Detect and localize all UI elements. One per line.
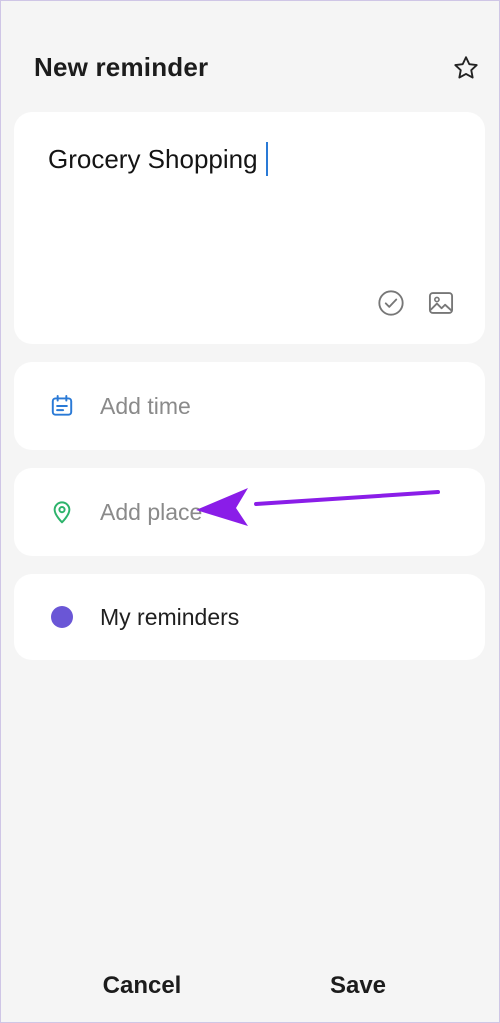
- reminder-title-card: Grocery Shopping: [14, 112, 485, 344]
- reminder-title-text: Grocery Shopping: [48, 143, 258, 174]
- page-title: New reminder: [34, 52, 209, 82]
- add-place-label: Add place: [100, 498, 203, 525]
- calendar-icon: [46, 390, 78, 422]
- cancel-button[interactable]: Cancel: [102, 966, 182, 1006]
- save-button[interactable]: Save: [328, 966, 388, 1006]
- add-time-label: Add time: [100, 392, 191, 419]
- category-row[interactable]: My reminders: [14, 574, 485, 660]
- favorite-button[interactable]: [450, 52, 482, 84]
- add-place-row[interactable]: Add place: [14, 468, 485, 556]
- add-time-row[interactable]: Add time: [14, 362, 485, 450]
- check-circle-icon: [378, 290, 404, 316]
- header: New reminder: [34, 50, 484, 90]
- star-outline-icon: [454, 56, 478, 79]
- location-pin-icon: [46, 496, 78, 528]
- text-caret: [265, 142, 268, 176]
- add-image-button[interactable]: [426, 288, 456, 318]
- checklist-button[interactable]: [376, 288, 406, 318]
- image-icon: [428, 292, 454, 314]
- category-color-dot: [46, 601, 78, 633]
- reminder-title-input[interactable]: Grocery Shopping: [48, 142, 268, 176]
- category-label: My reminders: [100, 603, 240, 630]
